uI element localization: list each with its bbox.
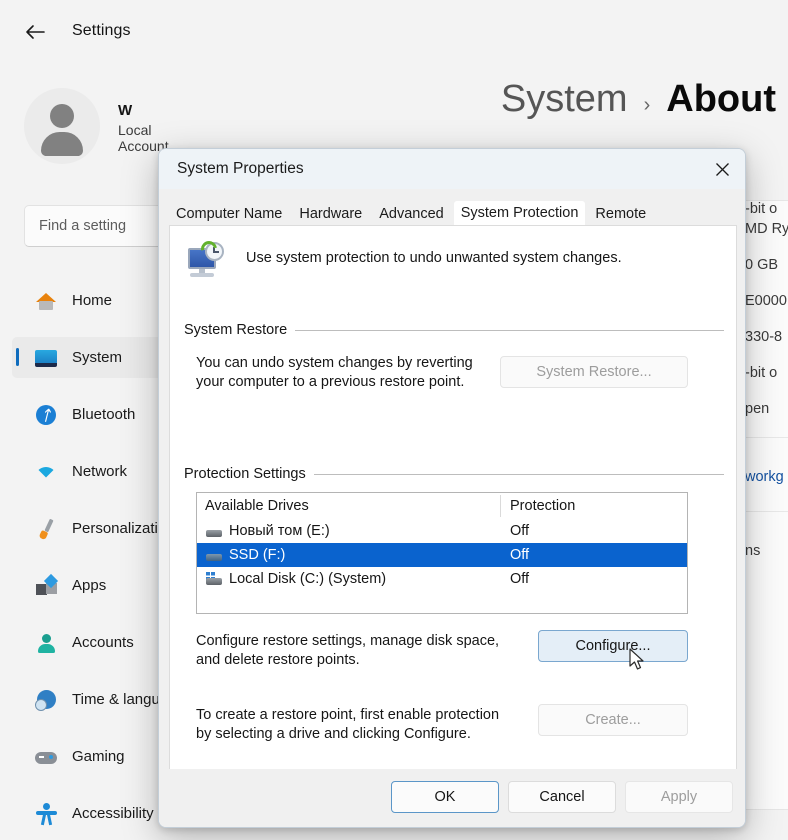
avatar-body bbox=[41, 132, 83, 156]
app-title: Settings bbox=[72, 22, 131, 39]
accessibility-icon bbox=[34, 802, 58, 826]
spec-row-tail: ns bbox=[745, 543, 761, 559]
protection-header-text: Use system protection to undo unwanted s… bbox=[246, 250, 622, 266]
avatar-head bbox=[50, 104, 74, 128]
sidebar-item-label: Apps bbox=[72, 577, 107, 594]
system-restore-description: You can undo system changes by reverting… bbox=[196, 354, 506, 392]
dialog-tab-strip: Computer Name Hardware Advanced System P… bbox=[169, 201, 737, 225]
sidebar-item-label: Home bbox=[72, 292, 113, 309]
dialog-footer: OK Cancel Apply bbox=[159, 769, 745, 827]
drive-name: Новый том (E:) bbox=[229, 523, 330, 539]
ok-button[interactable]: OK bbox=[391, 781, 499, 813]
dialog-titlebar: System Properties bbox=[159, 149, 745, 189]
spec-row: 0 GB bbox=[745, 257, 779, 273]
search-placeholder: Find a setting bbox=[39, 218, 127, 234]
drive-protection-status: Off bbox=[510, 571, 530, 587]
back-arrow-glyph bbox=[26, 25, 45, 39]
table-row[interactable]: Local Disk (C:) (System) Off bbox=[197, 567, 687, 591]
system-restore-button[interactable]: System Restore... bbox=[500, 356, 688, 388]
system-protection-icon bbox=[184, 237, 228, 282]
group-label: Protection Settings bbox=[184, 466, 306, 482]
drive-name: Local Disk (C:) (System) bbox=[229, 571, 387, 587]
ssd-drive-icon bbox=[205, 548, 223, 562]
group-protection-settings: Protection Settings bbox=[184, 466, 724, 482]
create-desc-line1: To create a restore point, first enable … bbox=[196, 707, 500, 723]
drive-protection-status: Off bbox=[510, 547, 530, 563]
cursor-glyph bbox=[629, 648, 644, 670]
tab-computer-name[interactable]: Computer Name bbox=[169, 203, 290, 225]
drive-list-header: Available Drives Protection bbox=[197, 493, 687, 519]
account-icon bbox=[34, 631, 58, 655]
group-divider bbox=[313, 473, 724, 475]
mouse-pointer-icon bbox=[629, 648, 647, 674]
hard-drive-icon bbox=[205, 524, 223, 538]
spec-row: -bit o bbox=[745, 201, 778, 217]
dialog-title: System Properties bbox=[177, 160, 304, 177]
breadcrumb-parent[interactable]: System bbox=[501, 78, 628, 121]
drive-name: SSD (F:) bbox=[229, 547, 286, 563]
group-label: System Restore bbox=[184, 322, 288, 338]
tab-advanced[interactable]: Advanced bbox=[372, 203, 451, 225]
configure-desc-line1: Configure restore settings, manage disk … bbox=[196, 633, 500, 649]
sidebar-item-label: Accessibility bbox=[72, 805, 154, 822]
configure-button[interactable]: Configure... bbox=[538, 630, 688, 662]
sidebar-item-label: Network bbox=[72, 463, 128, 480]
rename-workgroup-link[interactable]: workg bbox=[745, 469, 784, 485]
spec-row: MD Ry bbox=[745, 221, 788, 237]
configure-description: Configure restore settings, manage disk … bbox=[196, 632, 526, 670]
system-restore-desc-line1: You can undo system changes by reverting bbox=[196, 355, 473, 371]
gamepad-icon bbox=[34, 745, 58, 769]
system-drive-icon bbox=[205, 572, 223, 586]
column-divider bbox=[500, 495, 501, 517]
back-arrow-icon[interactable] bbox=[18, 19, 52, 45]
group-system-restore: System Restore bbox=[184, 322, 724, 338]
system-restore-desc-line2: your computer to a previous restore poin… bbox=[196, 374, 465, 390]
group-divider bbox=[295, 329, 724, 331]
spec-row: pen bbox=[745, 401, 770, 417]
tab-hardware[interactable]: Hardware bbox=[292, 203, 370, 225]
apply-button[interactable]: Apply bbox=[625, 781, 733, 813]
sidebar-item-label: Gaming bbox=[72, 748, 125, 765]
close-glyph bbox=[715, 162, 729, 176]
close-icon[interactable] bbox=[699, 149, 745, 189]
create-description: To create a restore point, first enable … bbox=[196, 706, 536, 744]
system-protection-tab-page: Use system protection to undo unwanted s… bbox=[169, 225, 737, 770]
person-avatar-icon bbox=[24, 88, 100, 164]
column-header-available-drives[interactable]: Available Drives bbox=[197, 498, 500, 514]
display-icon bbox=[34, 346, 58, 370]
configure-desc-line2: and delete restore points. bbox=[196, 652, 360, 668]
sidebar-item-label: System bbox=[72, 349, 123, 366]
breadcrumb: System › About bbox=[501, 78, 776, 121]
table-row[interactable]: Новый том (E:) Off bbox=[197, 519, 687, 543]
sidebar-item-label: Accounts bbox=[72, 634, 134, 651]
table-row[interactable]: SSD (F:) Off bbox=[197, 543, 687, 567]
create-desc-line2: by selecting a drive and clicking Config… bbox=[196, 726, 471, 742]
tab-remote[interactable]: Remote bbox=[588, 203, 654, 225]
selection-indicator bbox=[16, 348, 19, 366]
bluetooth-icon: ᛏ bbox=[34, 403, 58, 427]
tab-system-protection[interactable]: System Protection bbox=[453, 201, 586, 225]
spec-row: -bit o bbox=[745, 365, 778, 381]
drive-protection-status: Off bbox=[510, 523, 530, 539]
chevron-right-icon: › bbox=[643, 94, 651, 116]
available-drives-list[interactable]: Available Drives Protection Новый том (E… bbox=[196, 492, 688, 614]
clock-globe-icon bbox=[34, 688, 58, 712]
wifi-icon bbox=[34, 460, 58, 484]
system-properties-dialog: System Properties Computer Name Hardware… bbox=[158, 148, 746, 828]
page-title: About bbox=[666, 78, 776, 120]
create-button[interactable]: Create... bbox=[538, 704, 688, 736]
home-icon bbox=[34, 289, 58, 313]
account-name: W bbox=[118, 102, 133, 119]
spec-row: 330-8 bbox=[745, 329, 783, 345]
column-header-protection[interactable]: Protection bbox=[500, 498, 575, 514]
sidebar-item-label: Bluetooth bbox=[72, 406, 136, 423]
paintbrush-icon bbox=[34, 517, 58, 541]
apps-icon bbox=[34, 573, 59, 598]
cancel-button[interactable]: Cancel bbox=[508, 781, 616, 813]
spec-row: E0000 bbox=[745, 293, 787, 309]
